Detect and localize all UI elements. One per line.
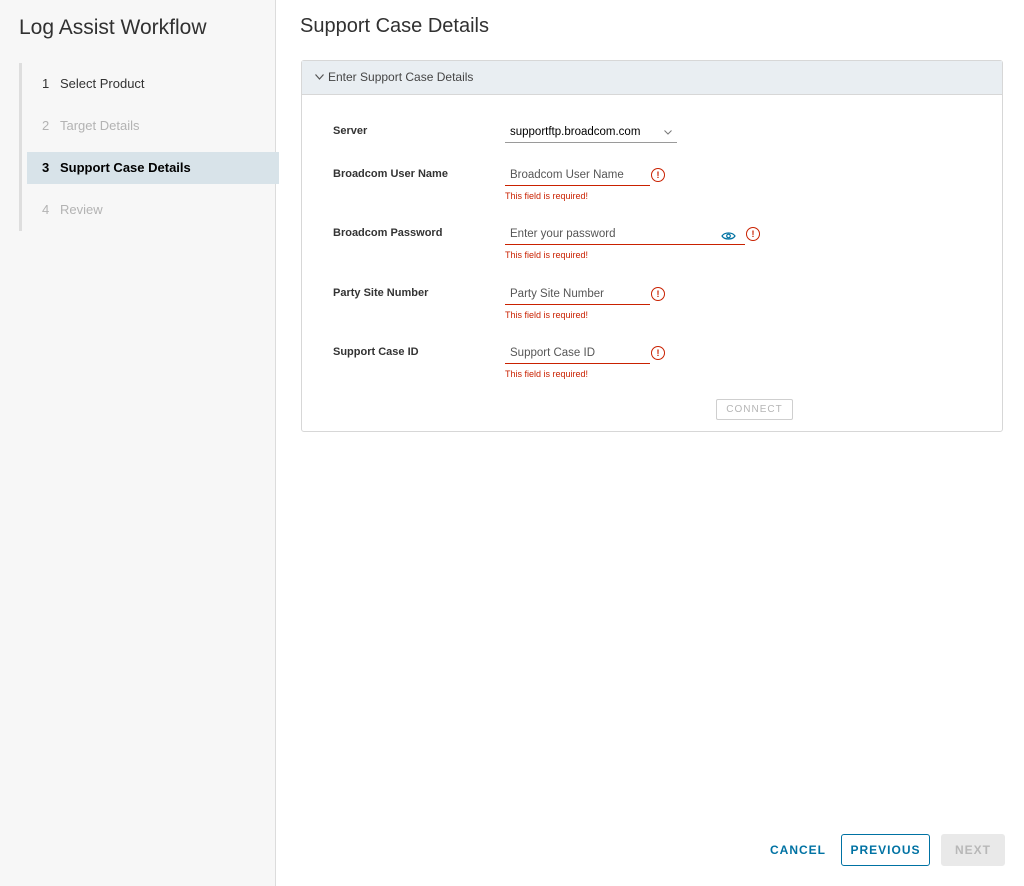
username-field[interactable]: Broadcom User Name (505, 164, 650, 186)
server-label: Server (333, 125, 368, 137)
username-error: This field is required! (505, 191, 589, 201)
error-icon: ! (651, 168, 665, 182)
connect-button[interactable]: CONNECT (716, 399, 793, 420)
step-label: Review (60, 202, 103, 217)
step-number: 4 (42, 202, 50, 217)
cancel-button[interactable]: CANCEL (757, 834, 839, 866)
username-label: Broadcom User Name (333, 168, 448, 180)
password-error: This field is required! (505, 250, 589, 260)
party-site-placeholder: Party Site Number (510, 288, 604, 300)
page-title: Support Case Details (300, 15, 489, 37)
case-id-error: This field is required! (505, 369, 589, 379)
error-icon: ! (746, 227, 760, 241)
eye-icon[interactable] (721, 228, 736, 246)
username-placeholder: Broadcom User Name (510, 169, 624, 181)
workflow-title: Log Assist Workflow (19, 16, 207, 39)
chevron-down-icon[interactable] (315, 61, 324, 94)
main-content: Support Case Details Enter Support Case … (277, 0, 1024, 886)
case-id-placeholder: Support Case ID (510, 347, 596, 359)
party-site-label: Party Site Number (333, 287, 429, 299)
step-number: 1 (42, 76, 50, 91)
step-number: 3 (42, 160, 50, 175)
chevron-down-icon (664, 121, 672, 143)
server-select-value: supportftp.broadcom.com (510, 126, 641, 138)
step-list: 1 Select Product 2 Target Details 3 Support… (19, 63, 279, 231)
support-case-card: Enter Support Case Details Server suppor… (301, 60, 1003, 432)
step-select-product[interactable]: 1 Select Product (27, 68, 279, 100)
step-support-case-details[interactable]: 3 Support Case Details (27, 152, 279, 184)
step-target-details: 2 Target Details (27, 110, 279, 142)
section-header-label: Enter Support Case Details (328, 70, 474, 84)
step-label: Select Product (60, 76, 145, 91)
section-header[interactable]: Enter Support Case Details (302, 61, 1002, 95)
password-field[interactable]: Enter your password (505, 223, 745, 245)
step-review: 4 Review (27, 194, 279, 226)
workflow-sidebar: Log Assist Workflow 1 Select Product 2 Tar… (0, 0, 279, 886)
step-label: Target Details (60, 118, 140, 133)
party-site-field[interactable]: Party Site Number (505, 283, 650, 305)
password-label: Broadcom Password (333, 227, 443, 239)
step-number: 2 (42, 118, 50, 133)
server-select[interactable]: supportftp.broadcom.com (505, 121, 677, 143)
case-id-field[interactable]: Support Case ID (505, 342, 650, 364)
error-icon: ! (651, 346, 665, 360)
step-label: Support Case Details (60, 160, 191, 175)
password-placeholder: Enter your password (510, 228, 616, 240)
next-button[interactable]: NEXT (941, 834, 1005, 866)
previous-button[interactable]: PREVIOUS (841, 834, 930, 866)
error-icon: ! (651, 287, 665, 301)
case-id-label: Support Case ID (333, 346, 419, 358)
party-site-error: This field is required! (505, 310, 589, 320)
